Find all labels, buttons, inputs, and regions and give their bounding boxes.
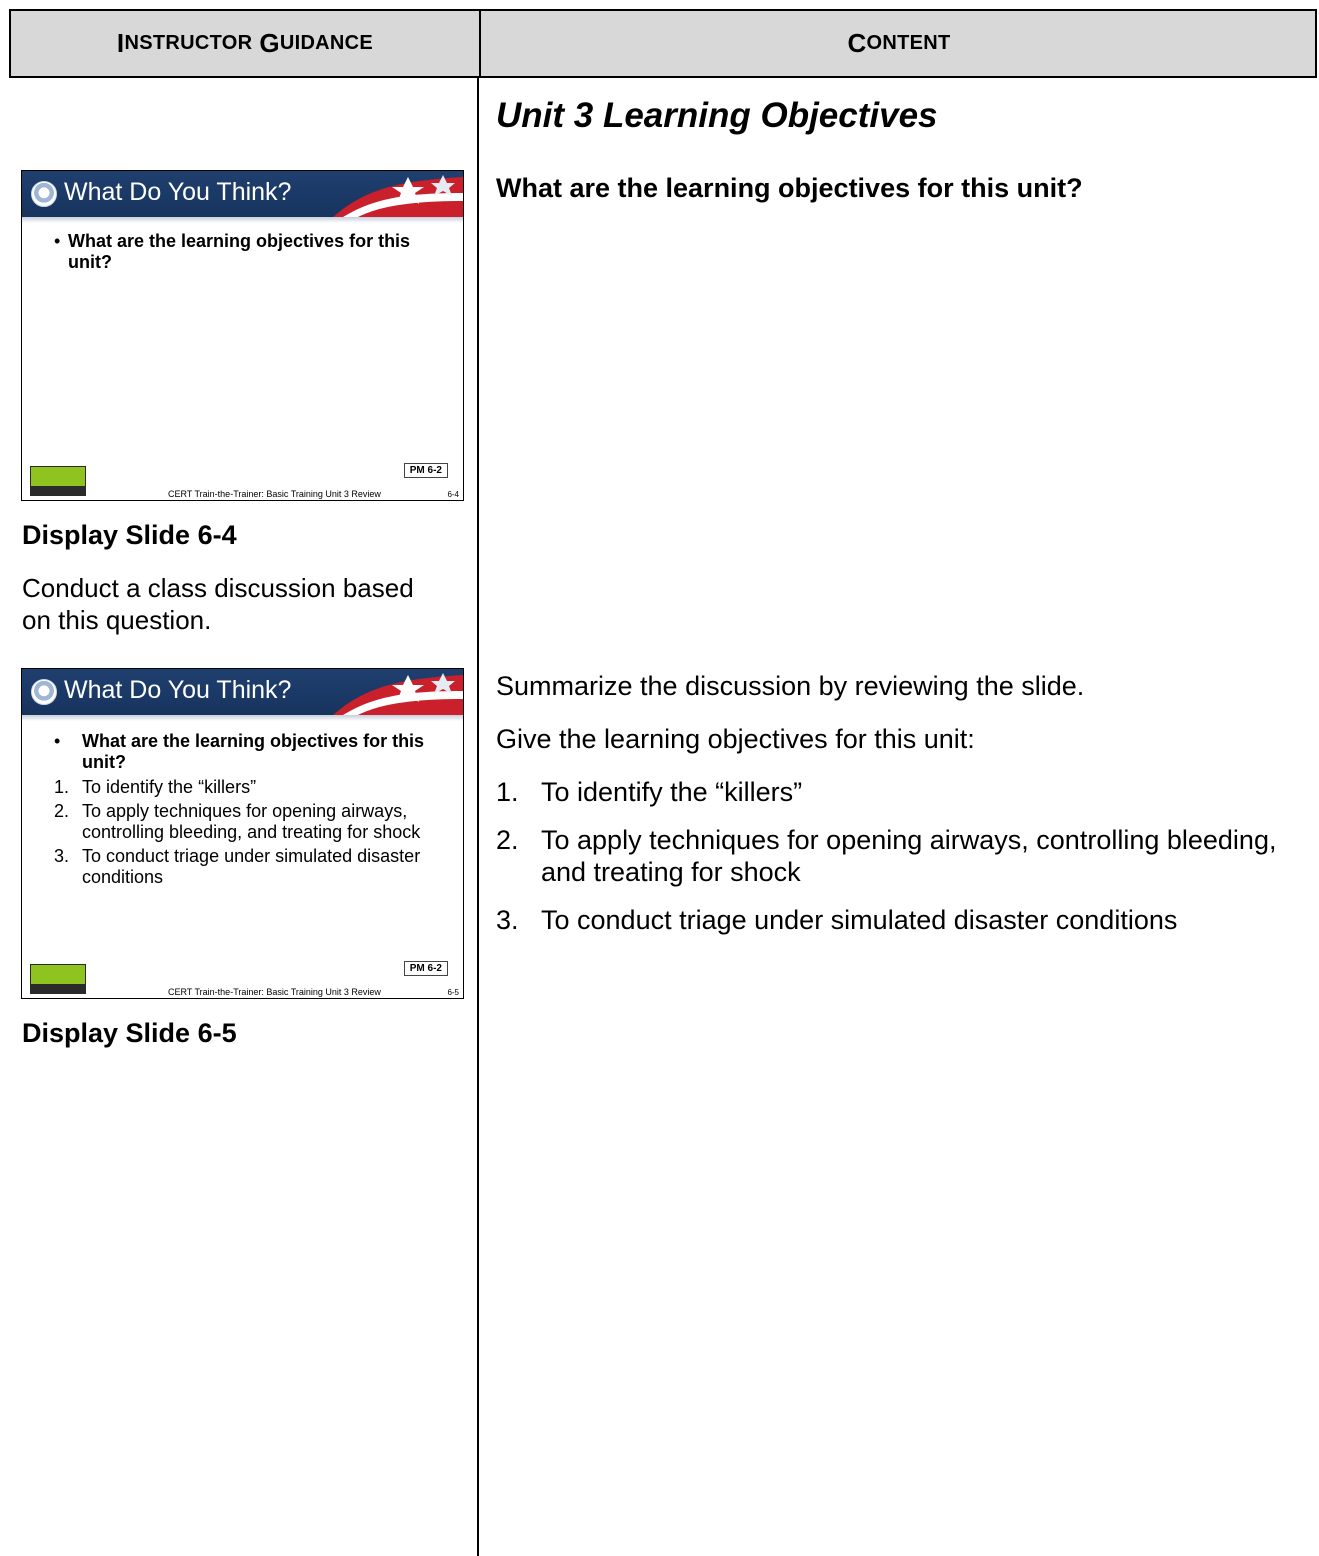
header-content: C ONTENT <box>847 28 951 58</box>
dhs-seal-icon <box>31 181 57 207</box>
list-item: 1. To identify the “killers” <box>496 777 803 807</box>
slide-number: 6-5 <box>447 988 459 997</box>
dhs-seal-icon <box>31 679 57 705</box>
list-item: 2. To apply techniques for opening airway… <box>54 801 421 842</box>
slide-footer: CERT Train-the-Trainer: Basic Training U… <box>168 987 381 997</box>
instruction-text: Conduct a class discussion based on this… <box>22 573 414 635</box>
slide-footer: CERT Train-the-Trainer: Basic Training U… <box>168 489 381 499</box>
objectives-intro: Give the learning objectives for this un… <box>496 724 975 754</box>
slide-question: What are the learning objectives for thi… <box>54 731 443 773</box>
slide-thumbnail-6-4: What Do You Think? What are the learning… <box>21 170 464 501</box>
pm-badge: PM 6-2 <box>403 961 448 976</box>
pm-badge: PM 6-2 <box>403 463 448 478</box>
slide-title: What Do You Think? <box>64 178 292 206</box>
section-question: What are the learning objectives for thi… <box>496 173 1083 203</box>
slide-number: 6-4 <box>447 490 459 499</box>
list-item: 2. To apply techniques for opening airway… <box>496 825 1277 887</box>
display-slide-caption: Display Slide 6-4 <box>22 520 237 550</box>
slide-thumbnail-6-5: What Do You Think? What are the learning… <box>21 668 464 999</box>
list-item: 3. To conduct triage under simulated disa… <box>496 905 1178 935</box>
section-title: Unit 3 Learning Objectives <box>496 96 938 135</box>
slide-objectives-list: 1. To identify the “killers” 2. To apply t… <box>54 777 443 888</box>
list-item: 3. To conduct triage under simulated disa… <box>54 846 421 887</box>
header-instructor-guidance: I NSTRUCTOR G UIDANCE <box>11 11 481 76</box>
table-header: I NSTRUCTOR G UIDANCE C ONTENT <box>9 9 1317 78</box>
column-divider <box>477 78 479 1556</box>
slide-title: What Do You Think? <box>64 676 292 704</box>
flag-icon <box>333 175 463 217</box>
list-item: 1. To identify the “killers” <box>54 777 257 797</box>
slide-question: What are the learning objectives for thi… <box>54 231 443 273</box>
flag-icon <box>333 673 463 715</box>
display-slide-caption: Display Slide 6-5 <box>22 1018 237 1048</box>
summary-text: Summarize the discussion by reviewing th… <box>496 671 1085 701</box>
objectives-list: 1. To identify the “killers” 2. To apply t… <box>496 776 1311 952</box>
